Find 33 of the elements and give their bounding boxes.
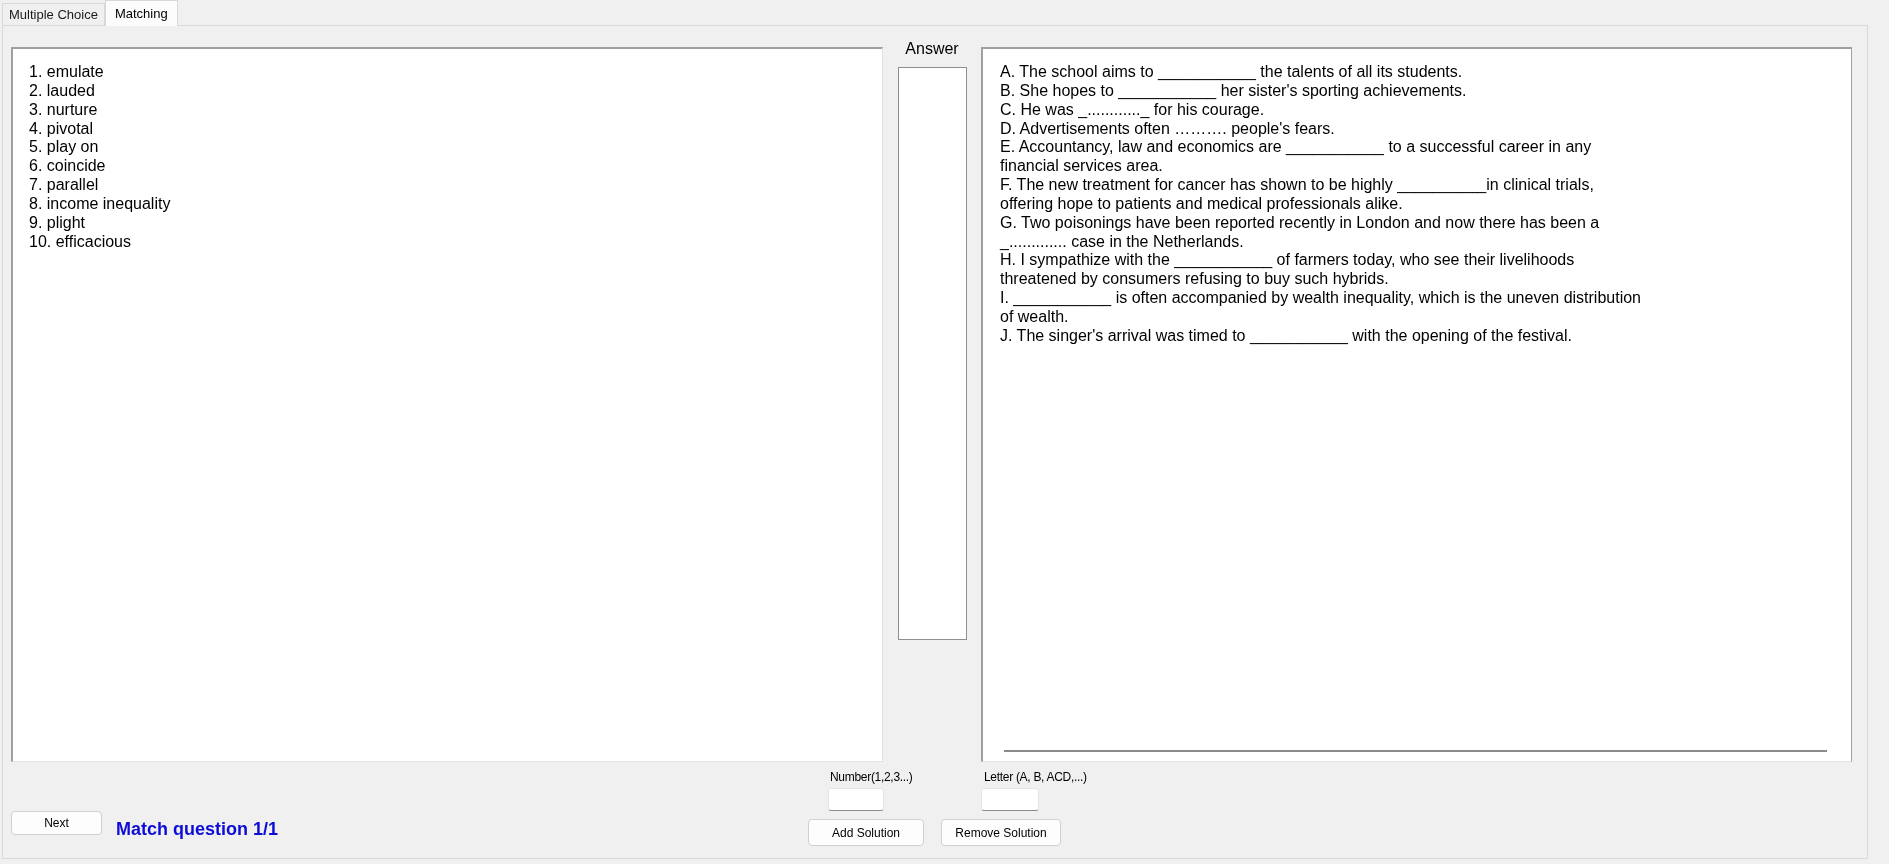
sentence-text: F. The new treatment for cancer has shown to be highly __________in clinical trials, offering hope to patients and medical professionals alike. xyxy=(1000,176,1594,214)
sentence-text: B. She hopes to ___________ her sister's sporting achievements. xyxy=(1000,81,1467,101)
field-label: Number(1,2,3...) xyxy=(830,770,913,784)
number-input[interactable] xyxy=(828,788,884,811)
sentence-text: G. Two poisonings have been reported recently in London and now there has been a _............. case in the Netherlands. xyxy=(1000,213,1600,252)
word-text: 1. emulate xyxy=(29,63,104,82)
sentence-text: A. The school aims to ___________ the talents of all its students. xyxy=(1000,63,1463,82)
add-solution-button[interactable]: Add Solution xyxy=(808,819,924,846)
horizontal-scrollbar[interactable] xyxy=(1004,750,1827,752)
sentence-text: C. He was _............_ for his courage. xyxy=(1000,100,1265,120)
word-text: 6. coincide xyxy=(29,157,106,177)
match-question-counter: Match question 1/1 xyxy=(116,820,279,838)
word-text: 8. income inequality xyxy=(29,194,171,214)
letter-input[interactable] xyxy=(981,788,1039,811)
field-label: Letter (A, B, ACD,...) xyxy=(984,770,1087,784)
sentence-text: J. The singer's arrival was timed to ___________ with the opening of the festival. xyxy=(1000,326,1572,346)
next-button[interactable]: Next xyxy=(11,811,102,835)
word-text: 10. efficacious xyxy=(29,232,131,252)
word-text: 4. pivotal xyxy=(29,119,94,139)
word-text: 3. nurture xyxy=(29,100,98,120)
tab[interactable]: Matching xyxy=(104,0,178,26)
tab[interactable]: Multiple Choice xyxy=(2,3,105,25)
sentence-text: D. Advertisements often ………. people's fears. xyxy=(1000,119,1335,139)
answer-field[interactable] xyxy=(897,67,967,640)
word-text: 7. parallel xyxy=(29,176,99,195)
sentence-text: H. I sympathize with the ___________ of farmers today, who see their livelihoods threatened by consumers refusing to buy such hybrids. xyxy=(1000,251,1575,290)
word-text: 2. lauded xyxy=(29,81,95,101)
answer-label: Answer xyxy=(905,41,959,57)
sentence-text: I. ___________ is often accompanied by wealth inequality, which is the uneven distribution of wealth. xyxy=(1000,289,1641,327)
remove-solution-button[interactable]: Remove Solution xyxy=(941,819,1061,846)
sentence-text: E. Accountancy, law and economics are ___________ to a successful career in any financial services area. xyxy=(1000,138,1592,177)
word-text: 5. play on xyxy=(29,138,99,158)
word-text: 9. plight xyxy=(29,213,86,233)
